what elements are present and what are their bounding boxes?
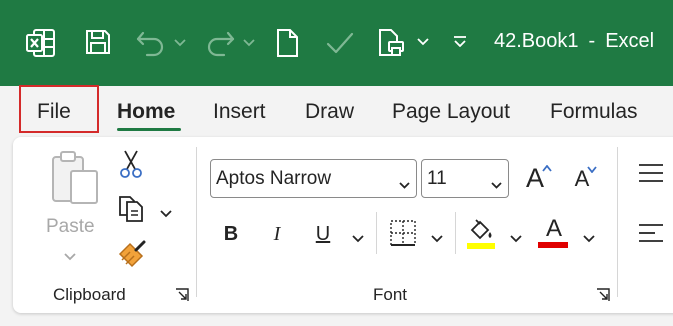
font-dialog-launcher-icon[interactable] <box>596 288 610 302</box>
paste-label[interactable]: Paste <box>46 216 95 238</box>
font-color-button[interactable]: A <box>538 214 570 244</box>
format-painter-icon[interactable] <box>116 238 148 270</box>
caret-up-icon <box>542 165 552 172</box>
checkmark-icon[interactable] <box>324 28 356 58</box>
tab-page-layout[interactable]: Page Layout <box>392 100 510 124</box>
active-tab-indicator <box>117 128 181 131</box>
font-color-swatch <box>538 242 568 248</box>
cut-scissors-icon[interactable] <box>118 149 144 179</box>
print-dropdown-chevron-icon[interactable] <box>416 35 430 49</box>
undo-dropdown-chevron-icon[interactable] <box>173 36 187 50</box>
group-separator <box>196 147 197 297</box>
app-name: Excel <box>605 30 655 52</box>
redo-dropdown-chevron-icon[interactable] <box>242 36 256 50</box>
font-group-label: Font <box>373 285 408 304</box>
font-color-letter: A <box>545 215 562 242</box>
caret-down-icon <box>587 166 597 173</box>
title-bar: 42.Book1- Excel <box>0 0 673 86</box>
top-align-icon[interactable] <box>638 162 664 184</box>
font-inner-separator <box>376 212 377 254</box>
borders-icon[interactable] <box>388 218 418 248</box>
font-inner-separator <box>455 212 456 254</box>
decrease-font-size-button[interactable]: A <box>567 163 597 195</box>
font-name-chevron-icon[interactable] <box>399 173 410 195</box>
workbook-name: 42.Book1 <box>494 30 579 52</box>
new-file-icon[interactable] <box>273 27 301 59</box>
align-left-icon[interactable] <box>638 222 664 244</box>
window-title: 42.Book1- Excel <box>494 30 654 53</box>
paste-dropdown-chevron-icon[interactable] <box>64 248 76 266</box>
fill-color-dropdown-chevron-icon[interactable] <box>510 230 522 248</box>
clipboard-dialog-launcher-icon[interactable] <box>175 288 189 302</box>
copy-icon[interactable] <box>116 193 146 223</box>
font-name-value: Aptos Narrow <box>216 167 332 189</box>
save-icon[interactable] <box>83 27 113 57</box>
title-separator: - <box>588 30 596 52</box>
font-size-chevron-icon[interactable] <box>491 173 502 195</box>
tab-formulas[interactable]: Formulas <box>550 100 638 124</box>
font-size-combobox[interactable]: 11 <box>421 159 509 198</box>
customize-toolbar-icon[interactable] <box>452 33 468 49</box>
font-color-dropdown-chevron-icon[interactable] <box>583 230 595 248</box>
tab-home[interactable]: Home <box>117 100 175 124</box>
fill-color-icon[interactable] <box>466 216 496 252</box>
copy-dropdown-chevron-icon[interactable] <box>160 205 172 223</box>
group-separator <box>617 147 618 297</box>
redo-icon[interactable] <box>203 26 237 60</box>
bold-button[interactable]: B <box>216 218 246 250</box>
tab-file[interactable]: File <box>37 100 71 124</box>
excel-logo-icon <box>24 26 58 60</box>
underline-dropdown-chevron-icon[interactable] <box>352 230 364 248</box>
tab-insert[interactable]: Insert <box>213 100 266 124</box>
clipboard-group-label: Clipboard <box>53 285 126 304</box>
borders-dropdown-chevron-icon[interactable] <box>431 230 443 248</box>
underline-button[interactable]: U <box>308 218 338 250</box>
undo-icon[interactable] <box>134 26 168 60</box>
italic-button[interactable]: I <box>262 218 292 250</box>
increase-font-size-button[interactable]: A <box>518 160 552 196</box>
tab-draw[interactable]: Draw <box>305 100 354 124</box>
paste-clipboard-icon[interactable] <box>48 148 104 208</box>
font-name-combobox[interactable]: Aptos Narrow <box>210 159 417 198</box>
print-preview-icon[interactable] <box>376 27 408 59</box>
